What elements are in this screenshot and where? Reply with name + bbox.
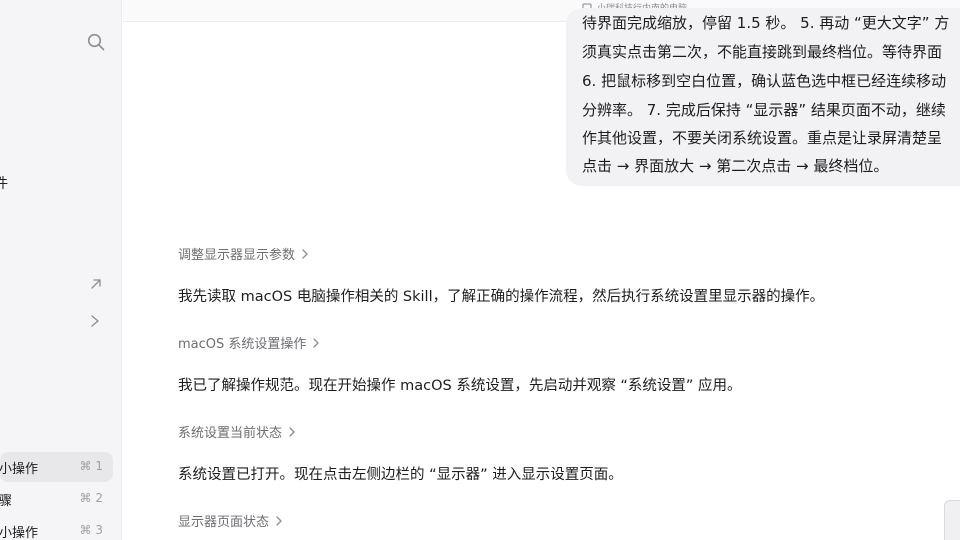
step-title-macos-settings[interactable]: macOS 系统设置操作 [178, 333, 320, 352]
user-message-line: 须真实点击第二次，不能直接跳到最终档位。等待界面 [582, 43, 943, 61]
sidebar-item-label: 骤 [0, 494, 13, 509]
sidebar-cut-label: 件 [0, 173, 8, 193]
step-title-text: 系统设置当前状态 [178, 426, 283, 441]
user-message-line: 点击 → 界面放大 → 第二次点击 → 最终档位。 [582, 157, 889, 175]
chevron-right-icon [302, 248, 308, 259]
sidebar-item-label: 小操作 [0, 462, 39, 477]
arrow-up-right-icon[interactable] [89, 277, 103, 291]
step-body-text: 我先读取 macOS 电脑操作相关的 Skill，了解正确的操作流程，然后执行系… [178, 289, 825, 305]
step-title-text: macOS 系统设置操作 [178, 337, 307, 352]
step-title-text: 显示器页面状态 [178, 515, 270, 530]
user-message-line: 待界面完成缩放，停留 1.5 秒。 5. 再动 “更大文字” 方 [582, 14, 950, 32]
sidebar-top-cut [0, 0, 121, 6]
step-body-text: 系统设置已打开。现在点击左侧边栏的 “显示器” 进入显示设置页面。 [178, 467, 623, 483]
chevron-right-icon [276, 515, 282, 526]
chevron-right-icon [289, 426, 295, 437]
sidebar-item-shortcut: ⌘ 1 [79, 459, 103, 473]
user-message-line: 作其他设置，不要关闭系统设置。重点是让录屏清楚呈 [582, 129, 943, 147]
step-title-text: 调整显示器显示参数 [178, 248, 296, 263]
chevron-right-icon [313, 337, 320, 348]
sidebar-item-shortcut: ⌘ 2 [79, 491, 103, 505]
step-title-display-page[interactable]: 显示器页面状态 [178, 511, 283, 530]
chevron-right-icon[interactable] [89, 313, 101, 329]
step-title-current-state[interactable]: 系统设置当前状态 [178, 422, 296, 441]
search-icon[interactable] [86, 32, 106, 52]
floating-widget[interactable] [944, 500, 960, 540]
step-body-text: 我已了解操作规范。现在开始操作 macOS 系统设置，先启动并观察 “系统设置”… [178, 378, 742, 394]
sidebar-item-label: 小操作 [0, 526, 39, 540]
sidebar-item-3[interactable]: 小操作 ⌘ 3 [0, 516, 113, 540]
sidebar-item-shortcut: ⌘ 3 [79, 523, 103, 537]
user-message-line: 6. 把鼠标移到空白位置，确认蓝色选中框已经连续移动 [582, 72, 947, 90]
sidebar-item-2[interactable]: 骤 ⌘ 2 [0, 484, 113, 514]
user-message-line: 分辨率。 7. 完成后保持 “显示器” 结果页面不动，继续 [582, 101, 946, 119]
user-message-bubble: 待界面完成缩放，停留 1.5 秒。 5. 再动 “更大文字” 方 须真实点击第二… [566, 8, 960, 186]
sidebar: 件 小操作 ⌘ 1 骤 ⌘ 2 小操作 ⌘ 3 [0, 0, 122, 540]
sidebar-item-1[interactable]: 小操作 ⌘ 1 [0, 452, 113, 482]
step-title-display-params[interactable]: 调整显示器显示参数 [178, 244, 309, 263]
